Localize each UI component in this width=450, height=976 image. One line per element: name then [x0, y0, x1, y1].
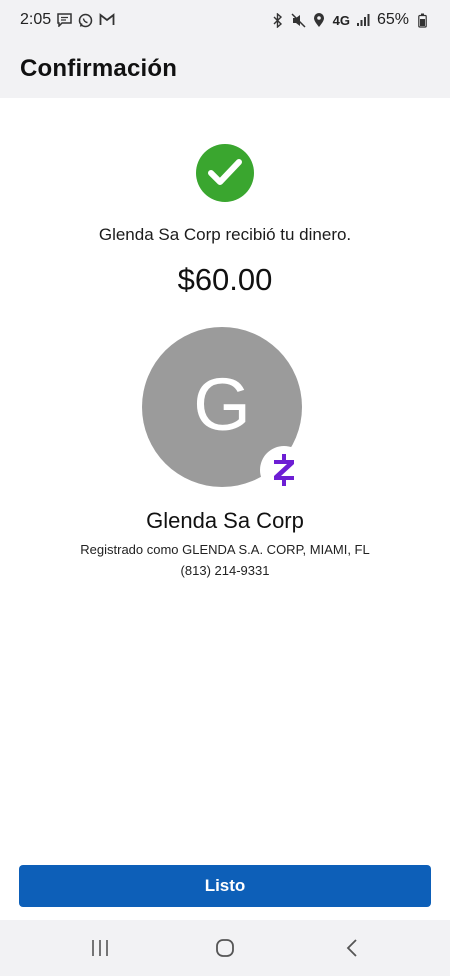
location-icon — [312, 12, 327, 28]
battery-percent: 65% — [376, 11, 409, 28]
confirmation-message: Glenda Sa Corp recibió tu dinero. — [98, 225, 352, 244]
recipient-phone: (813) 214-9331 — [180, 563, 270, 578]
back-icon[interactable] — [337, 934, 367, 962]
status-right: 4G 65% — [270, 11, 430, 29]
status-bar: 2:05 4G 65% — [0, 0, 450, 40]
recipient-name: Glenda Sa Corp — [146, 508, 304, 533]
network-4g-icon: 4G — [332, 12, 350, 28]
gmail-icon — [99, 12, 115, 28]
zelle-badge — [260, 446, 308, 494]
whatsapp-icon — [78, 13, 93, 28]
mute-icon — [291, 12, 306, 28]
navigation-bar — [0, 920, 450, 976]
status-time: 2:05 — [20, 11, 52, 28]
home-icon[interactable] — [210, 934, 240, 962]
check-circle-icon — [196, 144, 254, 202]
message-icon — [57, 12, 72, 28]
zelle-icon — [274, 454, 294, 486]
done-button[interactable]: Listo — [19, 865, 431, 907]
recipient-registration: Registrado como GLENDA S.A. CORP, MIAMI,… — [80, 542, 370, 557]
recent-apps-icon[interactable] — [85, 934, 115, 962]
bluetooth-icon — [270, 11, 285, 29]
battery-icon — [415, 13, 430, 28]
app-header: Confirmación — [0, 40, 450, 98]
signal-icon — [356, 13, 371, 28]
status-left: 2:05 — [20, 11, 115, 29]
page-title: Confirmación — [20, 55, 178, 82]
amount-value: $60.00 — [177, 262, 273, 297]
avatar-initial: G — [193, 363, 251, 446]
